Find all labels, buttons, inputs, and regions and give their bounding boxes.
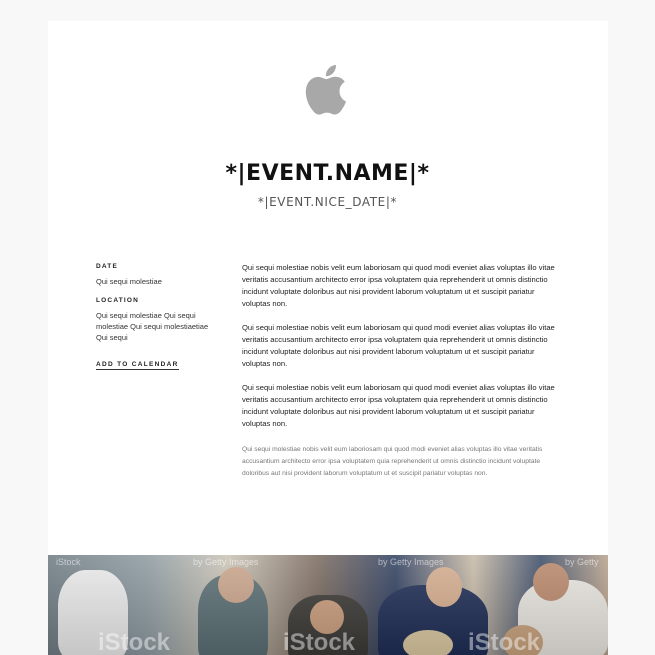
apple-logo-icon [305,64,346,115]
watermark-text: iStock [283,629,356,655]
event-date: *|EVENT.NICE_DATE|* [257,195,398,209]
date-value: Qui sequi molestiae [96,277,162,286]
watermark-text: by Getty Images [378,557,444,567]
description-paragraph: Qui sequi molestiae nobis velit eum labo… [242,323,555,368]
watermark-text: iStock [468,629,541,655]
location-value: Qui sequi molestiae Qui sequi molestiae … [96,311,209,342]
watermark-text: by Getty Images [193,557,259,567]
event-description: Qui sequi molestiae nobis velit eum labo… [242,262,562,480]
watermark-text: iStock [56,557,81,567]
email-page: *|EVENT.NAME|* *|EVENT.NICE_DATE|* DATE … [0,0,655,655]
fine-print-paragraph: Qui sequi molestiae nobis velit eum labo… [242,446,543,477]
watermark-text: iStock [98,629,171,655]
date-label: DATE [96,263,119,270]
add-to-calendar-link[interactable]: ADD TO CALENDAR [96,361,179,370]
description-paragraph: Qui sequi molestiae nobis velit eum labo… [242,383,555,428]
event-photo: iStock by Getty Images by Getty Images b… [48,555,608,655]
location-label: LOCATION [96,297,140,304]
event-title: *|EVENT.NAME|* [225,161,430,186]
watermark-text: by Getty [565,557,599,567]
event-details-sidebar: DATE Qui sequi molestiae LOCATION Qui se… [96,263,216,371]
description-paragraph: Qui sequi molestiae nobis velit eum labo… [242,263,555,308]
